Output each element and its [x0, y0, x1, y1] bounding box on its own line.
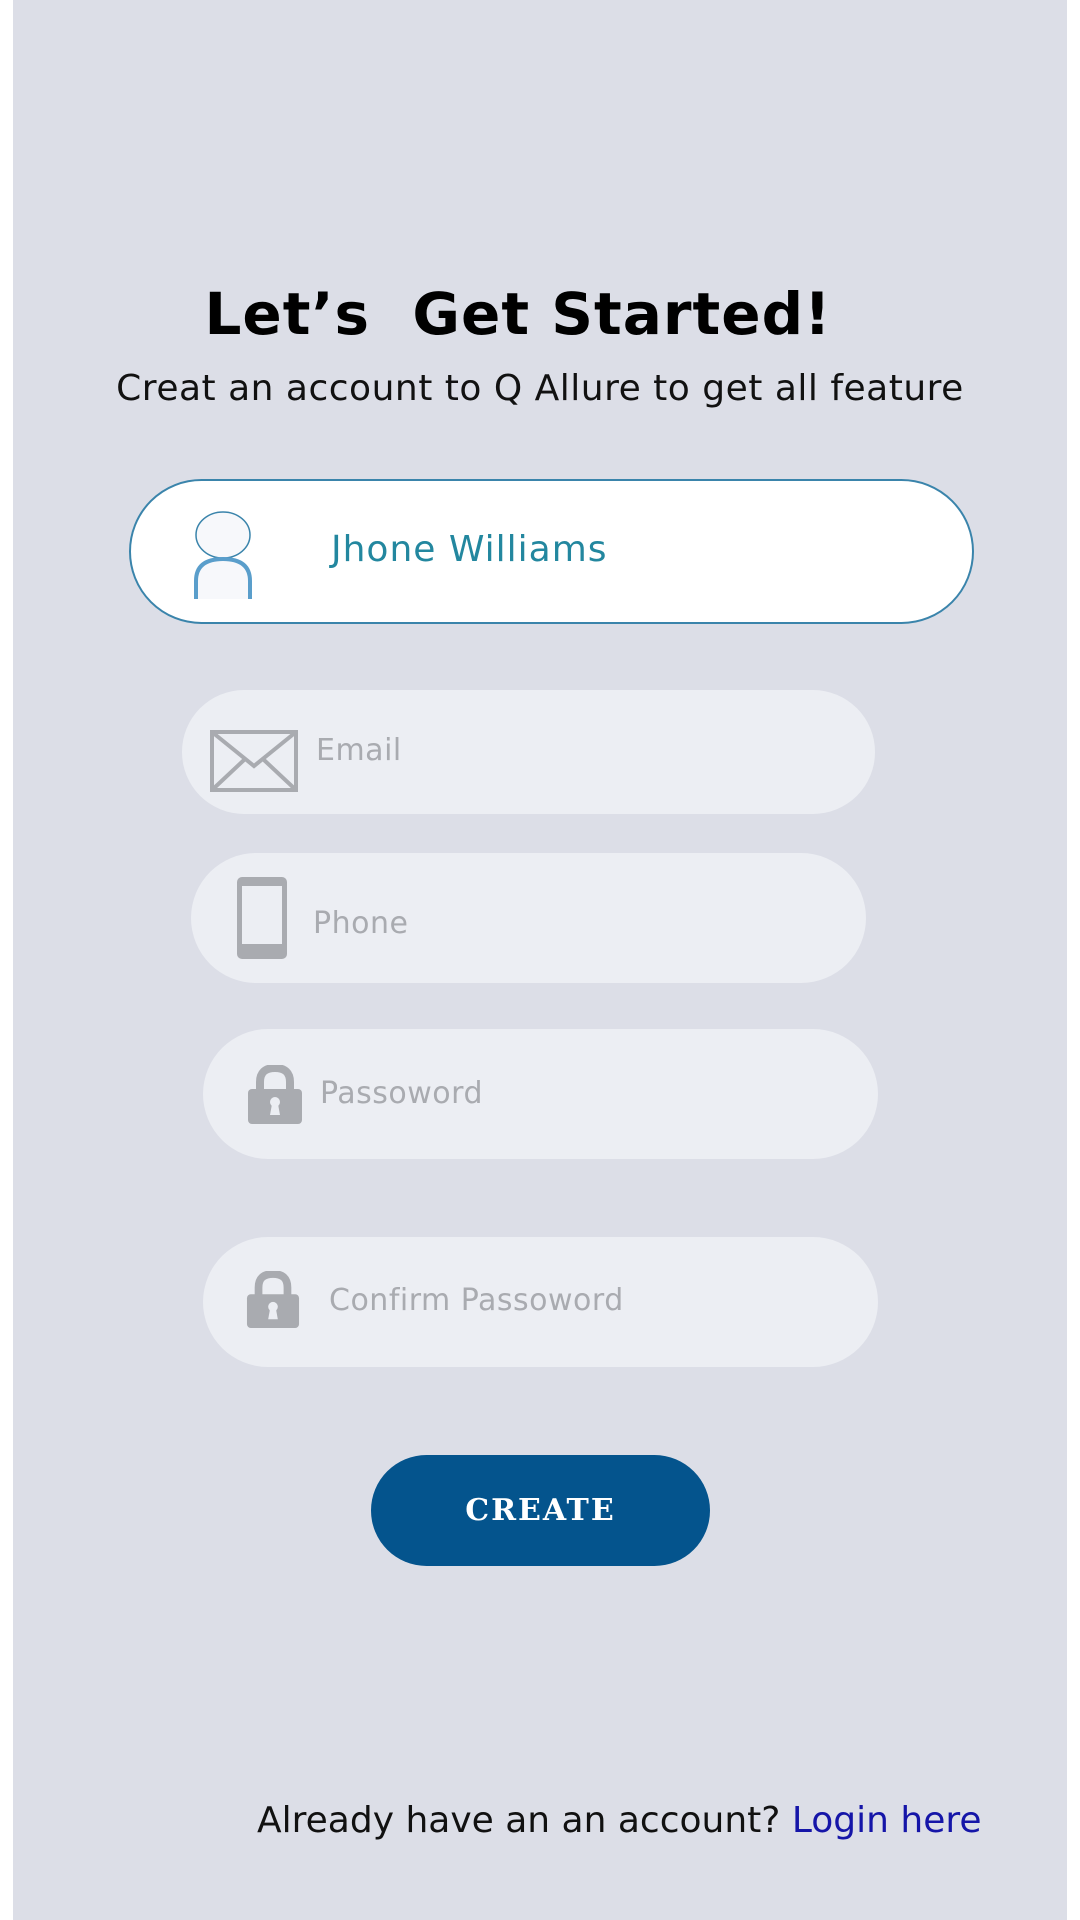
phone-placeholder: Phone: [313, 906, 409, 941]
phone-field[interactable]: Phone: [191, 853, 866, 983]
lock-icon: [246, 1271, 300, 1328]
password-field[interactable]: Passoword: [203, 1029, 878, 1159]
signup-screen: Let’s Get Started! Creat an account to Q…: [13, 0, 1067, 1920]
name-field[interactable]: Jhone Williams: [129, 479, 974, 624]
phone-icon: [237, 877, 287, 959]
user-avatar-icon: [194, 511, 252, 599]
create-button[interactable]: CREATE: [371, 1455, 710, 1566]
password-placeholder: Passoword: [320, 1076, 483, 1111]
login-link[interactable]: Login here: [792, 1800, 982, 1841]
page-title: Let’s Get Started!: [204, 280, 832, 348]
login-prompt: Already have an an account? Login here: [257, 1800, 982, 1841]
page-subtitle: Creat an account to Q Allure to get all …: [116, 368, 964, 409]
confirm-password-placeholder: Confirm Passoword: [329, 1283, 624, 1318]
envelope-icon: [210, 730, 298, 792]
email-field[interactable]: Email: [182, 690, 875, 814]
confirm-password-field[interactable]: Confirm Passoword: [203, 1237, 878, 1367]
lock-icon: [248, 1065, 302, 1124]
name-value: Jhone Williams: [331, 529, 608, 570]
login-prompt-text: Already have an an account?: [257, 1800, 781, 1841]
email-placeholder: Email: [316, 733, 402, 768]
